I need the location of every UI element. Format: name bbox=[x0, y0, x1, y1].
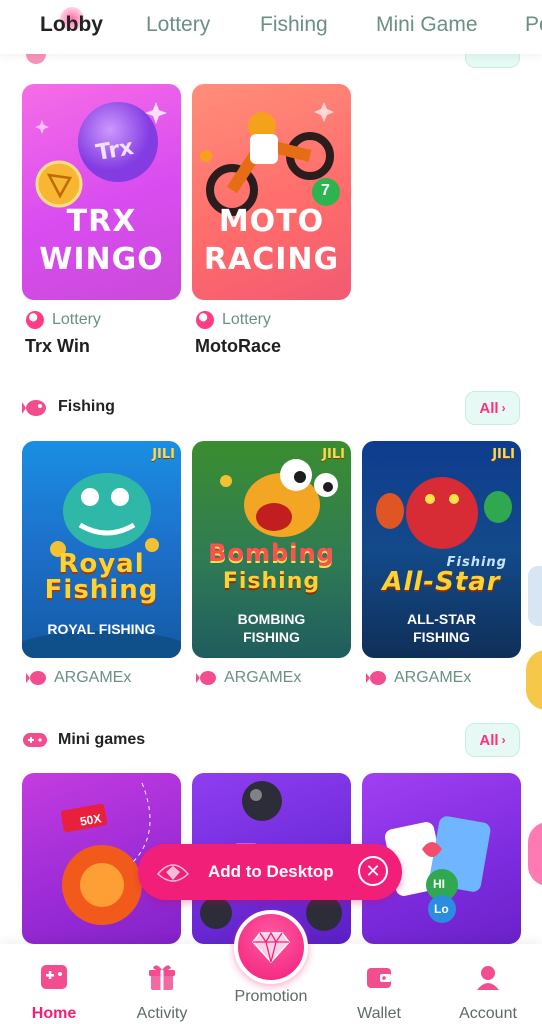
card-provider: ARGAMEx bbox=[26, 669, 131, 687]
game-card-trx-wingo[interactable]: Trx TRX WINGO bbox=[22, 84, 181, 300]
provider-label: ARGAMEx bbox=[394, 669, 472, 686]
game-name[interactable]: MotoRace bbox=[195, 336, 281, 357]
nav-label: Promotion bbox=[234, 988, 308, 1005]
card-art-subtitle: Fishing bbox=[222, 569, 321, 594]
fish-icon bbox=[366, 671, 386, 685]
card-provider: ARGAMEx bbox=[366, 669, 471, 687]
category-tabs: Lobby Lottery Fishing Mini Game Po bbox=[0, 0, 542, 54]
nav-activity[interactable]: Activity bbox=[112, 962, 212, 1023]
card-category: Lottery bbox=[196, 311, 271, 329]
fish-icon bbox=[26, 671, 46, 685]
card-art-subtitle: RACING bbox=[203, 242, 340, 277]
nav-label: Activity bbox=[136, 1005, 188, 1022]
nav-wallet[interactable]: Wallet bbox=[329, 962, 429, 1023]
tab-lottery[interactable]: Lottery bbox=[146, 13, 210, 37]
peek-card-edge bbox=[528, 566, 542, 626]
peek-card-edge bbox=[526, 650, 542, 710]
lottery-section-icon bbox=[26, 54, 46, 64]
peek-card-edge bbox=[528, 822, 542, 886]
card-art-title: MOTO bbox=[218, 204, 325, 239]
jili-brand: JILI bbox=[322, 447, 345, 462]
all-label: All bbox=[479, 731, 499, 749]
card-caption: ROYAL FISHING bbox=[47, 621, 156, 637]
card-caption-line2: FISHING bbox=[243, 629, 300, 645]
diamond-icon bbox=[252, 931, 290, 963]
category-label: Lottery bbox=[222, 311, 271, 328]
game-card-all-star-fishing[interactable]: JILI Fishing All-Star ALL-STAR FISHING bbox=[362, 441, 521, 658]
chevron-right-icon: › bbox=[501, 401, 506, 415]
jili-brand: JILI bbox=[152, 447, 175, 462]
gift-icon bbox=[149, 965, 175, 990]
card-category: Lottery bbox=[26, 311, 101, 329]
hi-label: HI bbox=[433, 877, 445, 891]
provider-label: ARGAMEx bbox=[54, 669, 132, 686]
fish-icon bbox=[196, 671, 216, 685]
lottery-ball-icon bbox=[196, 311, 214, 329]
nav-label: Account bbox=[459, 1005, 517, 1022]
game-card-bombing-fishing[interactable]: JILI Bombing Fishing BOMBING FISHING bbox=[192, 441, 351, 658]
gamepad-icon bbox=[23, 733, 47, 747]
brand-logo-icon bbox=[156, 864, 190, 882]
card-caption-line2: FISHING bbox=[413, 629, 470, 645]
game-card-royal-fishing[interactable]: JILI Royal Fishing ROYAL FISHING bbox=[22, 441, 181, 658]
game-name[interactable]: Trx Win bbox=[25, 336, 90, 357]
gamepad-icon bbox=[41, 965, 67, 989]
add-to-desktop-label: Add to Desktop bbox=[208, 862, 334, 881]
tab-mini-game[interactable]: Mini Game bbox=[376, 13, 478, 37]
lo-label: Lo bbox=[434, 902, 449, 916]
add-to-desktop-banner[interactable]: Add to Desktop ✕ bbox=[138, 844, 402, 900]
jili-brand: JILI bbox=[492, 447, 515, 462]
section-header-fishing: Fishing bbox=[22, 396, 115, 418]
nav-label: Wallet bbox=[357, 1005, 401, 1022]
tab-lobby[interactable]: Lobby bbox=[40, 7, 103, 37]
nav-account[interactable]: Account bbox=[438, 962, 538, 1023]
nav-label: Home bbox=[31, 1005, 77, 1022]
game-card-moto-racing[interactable]: 7 MOTO RACING bbox=[192, 84, 351, 300]
close-icon[interactable]: ✕ bbox=[358, 856, 388, 886]
section-title: Mini games bbox=[58, 731, 146, 748]
card-art-title: TRX bbox=[66, 204, 137, 239]
fish-icon bbox=[22, 400, 46, 416]
section-title: Fishing bbox=[58, 398, 115, 415]
card-caption-line1: ALL-STAR bbox=[407, 611, 476, 627]
chevron-right-icon: › bbox=[501, 733, 506, 747]
mini-games-all-button[interactable]: All › bbox=[465, 723, 520, 757]
wallet-icon bbox=[367, 968, 391, 988]
card-provider: ARGAMEx bbox=[196, 669, 301, 687]
provider-label: ARGAMEx bbox=[224, 669, 302, 686]
category-label: Lottery bbox=[52, 311, 101, 328]
ball-number: 7 bbox=[321, 182, 330, 199]
card-art-subtitle: WINGO bbox=[39, 242, 164, 277]
card-art-title: All-Star bbox=[382, 567, 501, 597]
card-caption-line1: BOMBING bbox=[237, 611, 306, 627]
card-art-title: Bombing bbox=[208, 539, 335, 567]
all-label: All bbox=[479, 399, 499, 417]
tab-popular-partial[interactable]: Po bbox=[525, 13, 542, 37]
user-icon bbox=[477, 966, 499, 990]
section-header-mini-games: Mini games bbox=[22, 729, 145, 751]
card-art-subtitle: Fishing bbox=[44, 575, 159, 605]
fishing-all-button[interactable]: All › bbox=[465, 391, 520, 425]
lottery-ball-icon bbox=[26, 311, 44, 329]
lottery-all-button[interactable] bbox=[465, 54, 520, 68]
tab-fishing[interactable]: Fishing bbox=[260, 13, 328, 37]
promotion-button[interactable] bbox=[234, 910, 308, 984]
nav-home[interactable]: Home bbox=[4, 962, 104, 1023]
